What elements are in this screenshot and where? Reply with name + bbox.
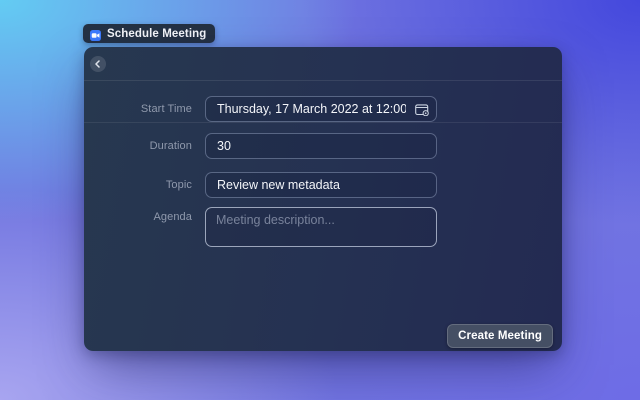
topic-field: [205, 172, 437, 198]
chevron-left-icon: [94, 60, 102, 68]
window-header: [84, 47, 562, 81]
duration-input[interactable]: [205, 133, 437, 159]
create-meeting-button[interactable]: Create Meeting: [447, 324, 553, 348]
video-camera-icon: [90, 28, 101, 39]
calendar-icon[interactable]: [415, 103, 429, 115]
duration-label: Duration: [84, 133, 192, 159]
window-title-badge: Schedule Meeting: [83, 24, 215, 43]
schedule-meeting-window: Start Time Duration Topic Agenda Create …: [84, 47, 562, 351]
agenda-textarea[interactable]: [205, 207, 437, 247]
section-divider: [84, 122, 562, 123]
topic-input[interactable]: [205, 172, 437, 198]
back-button[interactable]: [90, 56, 106, 72]
window-title: Schedule Meeting: [107, 28, 206, 40]
duration-field: [205, 133, 437, 159]
start-time-input[interactable]: [205, 96, 437, 122]
start-time-field: [205, 96, 437, 122]
topic-label: Topic: [84, 172, 192, 198]
desktop-background: Schedule Meeting Start Time Du: [0, 0, 640, 400]
start-time-label: Start Time: [84, 96, 192, 122]
agenda-label: Agenda: [84, 211, 192, 224]
